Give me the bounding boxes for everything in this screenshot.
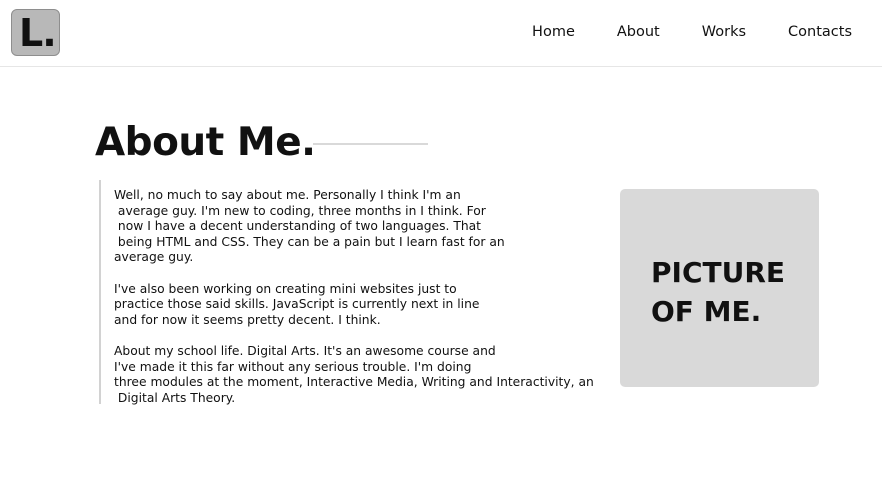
title-divider [313,143,428,145]
main-nav: Home About Works Contacts [532,23,852,41]
bio-paragraph: About my school life. Digital Arts. It's… [114,343,594,405]
page-title: About Me. [95,120,316,165]
nav-home-link[interactable]: Home [532,23,575,41]
bio-accent-bar [99,180,101,404]
site-header: L. Home About Works Contacts [0,0,882,67]
profile-picture-placeholder: PICTURE OF ME. [620,189,819,387]
bio-paragraph: Well, no much to say about me. Personall… [114,188,505,265]
bio-text: Well, no much to say about me. Personall… [114,188,594,406]
nav-about-link[interactable]: About [617,23,660,41]
nav-contacts-link[interactable]: Contacts [788,23,852,41]
logo[interactable]: L. [11,9,60,56]
picture-placeholder-label: PICTURE OF ME. [651,256,786,328]
nav-works-link[interactable]: Works [702,23,746,41]
bio-paragraph: I've also been working on creating mini … [114,281,480,327]
